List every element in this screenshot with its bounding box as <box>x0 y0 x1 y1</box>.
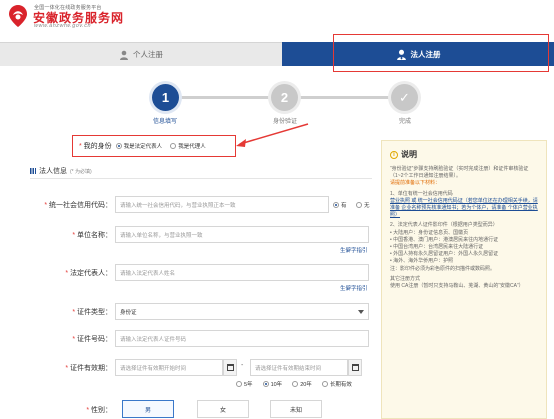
check-icon: ✓ <box>399 89 410 105</box>
step-3-label: 完成 <box>398 119 411 125</box>
radio-agent-dot[interactable] <box>170 143 177 149</box>
section-title: 法人信息 <box>39 168 67 175</box>
radio-validity-long[interactable]: 长期有效 <box>321 380 352 388</box>
gender-label: 性别： <box>91 407 112 414</box>
radio-credit-yes[interactable]: 有 <box>333 201 347 209</box>
instructions-title: 说明 <box>401 150 417 159</box>
instructions-other: 其它注册方式 使用 CA注册（暂时只支持马鞍山、芜湖、黄山的“安徽CA”） <box>390 275 524 290</box>
grid-icon <box>30 168 36 174</box>
radio-credit-no[interactable]: 无 <box>356 201 370 209</box>
unit-name-label: 单位名称： <box>77 232 112 239</box>
annotation-box-tab <box>333 34 549 72</box>
identity-label: 我的身份 <box>83 143 112 150</box>
progress-steps: 1 2 ✓ 信息填写 身份验证 完成 <box>0 80 554 125</box>
required-note: (* 为必填) <box>70 168 92 175</box>
cert-type-select[interactable]: 身份证 <box>115 303 369 320</box>
instructions-item-1: 1、单位有统一社会信用代码 营业执照 或 统一社会信用代码证（若您单位还在办理相关… <box>390 190 538 219</box>
tab-personal-label: 个人注册 <box>133 50 163 59</box>
calendar-end-button[interactable] <box>348 359 362 376</box>
cert-type-label: 证件类型： <box>77 309 112 316</box>
instructions-item-2: 2、法定代表人证件影印件（根据用户类型而异） • 大陆用户：身份证信息页、国徽页… <box>390 222 499 272</box>
step-connector <box>298 96 390 99</box>
legal-rep-input[interactable]: 请输入法定代表人姓名 <box>115 264 369 281</box>
calendar-icon <box>351 364 359 371</box>
user-icon <box>120 50 128 60</box>
instructions-panel: i 说明 “身份验证”步骤支持刷脸验证（实时完成注册）和证件审核验证（1~2个工… <box>381 140 547 419</box>
radio-validity-20y[interactable]: 20年 <box>292 380 312 388</box>
step-connector <box>180 96 270 99</box>
logo-icon <box>9 5 27 27</box>
radio-legal-rep[interactable]: 我是法定代表人 <box>115 142 162 150</box>
step-1-label: 信息填写 <box>152 119 177 125</box>
cert-no-label: 证件号码： <box>77 336 112 343</box>
instructions-intro: “身份验证”步骤支持刷脸验证（实时完成注册）和证件审核验证（1~2个工作日通知注… <box>390 166 529 187</box>
radio-validity-5y[interactable]: 5年 <box>236 380 253 388</box>
credit-code-label: 统一社会信用代码： <box>49 202 112 209</box>
credit-code-input[interactable]: 请输入统一社会信用代码，与营业执照正本一致 <box>115 196 329 213</box>
calendar-start-button[interactable] <box>223 359 237 376</box>
date-range-dash: - <box>241 362 244 369</box>
info-icon: i <box>390 150 398 159</box>
validity-label: 证件有效期： <box>70 365 112 372</box>
radio-legal-rep-dot[interactable] <box>115 143 122 149</box>
identity-selector: * 我的身份 我是法定代表人 我是代理人 <box>72 135 236 157</box>
legal-rep-label: 法定代表人： <box>70 270 112 277</box>
validity-start-input[interactable]: 请选择证件有效期开始时间 <box>115 359 223 376</box>
step-2-circle: 2 <box>271 84 298 111</box>
gender-male-button[interactable]: 男 <box>122 400 174 418</box>
site-url: www.ahzwfw.gov.cn <box>34 23 92 29</box>
tab-personal-register[interactable]: 个人注册 <box>0 42 282 66</box>
section-legal-info: 法人信息 (* 为必填) <box>30 166 92 176</box>
rare-char-guide-link-2[interactable]: 生僻字指引 <box>340 284 368 292</box>
unit-name-input[interactable]: 请输入单位名称，与营业执照一致 <box>115 226 369 243</box>
ca-register-link[interactable]: 使用 CA注册（暂时只支持马鞍山、芜湖、黄山的“安徽CA”） <box>390 283 524 289</box>
validity-end-input[interactable]: 请选择证件有效期结束时间 <box>250 359 348 376</box>
step-3-circle: ✓ <box>391 84 418 111</box>
gender-unknown-button[interactable]: 未知 <box>270 400 322 418</box>
chevron-down-icon <box>358 310 364 314</box>
validity-period-options: 5年 10年 20年 长期有效 <box>236 380 356 388</box>
site-header: 全国一体化在线政务服务平台 安徽政务服务网 www.ahzwfw.gov.cn <box>0 0 554 38</box>
annotation-arrow-icon <box>236 123 309 147</box>
radio-agent[interactable]: 我是代理人 <box>170 142 206 150</box>
cert-no-input[interactable]: 请输入法定代表人证件号码 <box>115 330 369 347</box>
calendar-icon <box>226 364 234 371</box>
radio-validity-10y[interactable]: 10年 <box>262 380 282 388</box>
rare-char-guide-link[interactable]: 生僻字指引 <box>340 246 368 254</box>
gender-female-button[interactable]: 女 <box>197 400 249 418</box>
step-1-circle: 1 <box>152 84 179 111</box>
section-divider <box>30 178 372 179</box>
